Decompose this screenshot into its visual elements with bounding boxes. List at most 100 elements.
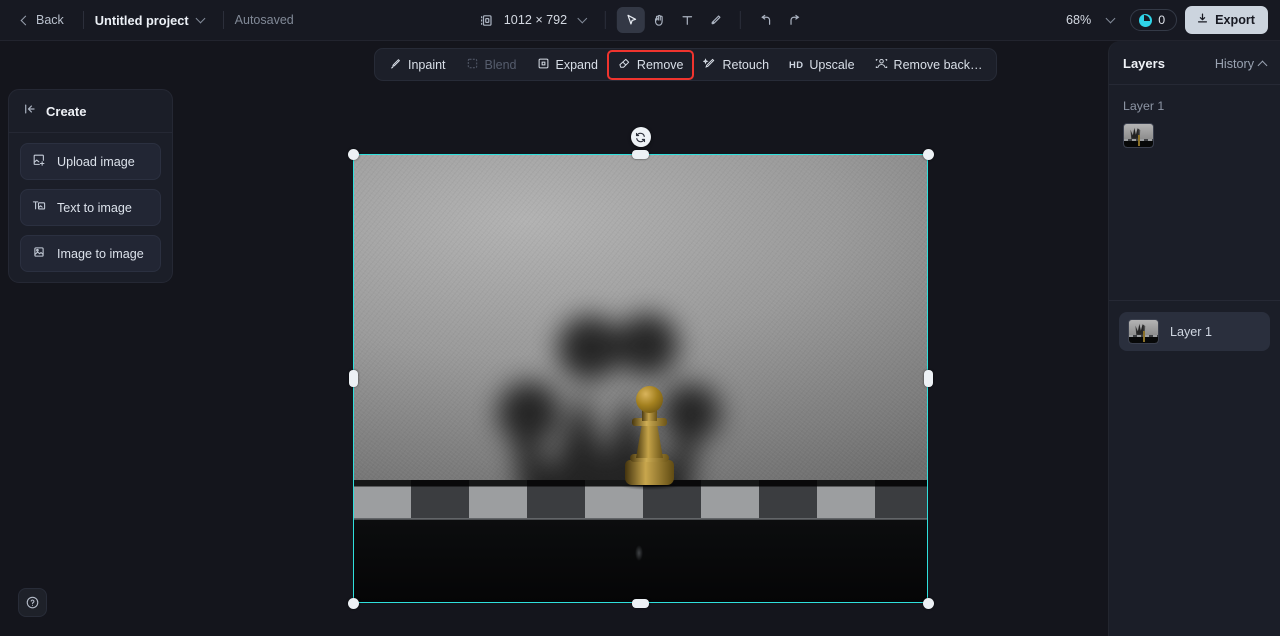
tool-label: Blend — [484, 57, 517, 72]
blend-icon — [466, 57, 479, 73]
create-panel: Create Upload image Text to image Image … — [8, 89, 173, 283]
tool-label: Expand — [555, 57, 598, 72]
chess-pawn — [621, 386, 679, 492]
download-icon — [1196, 12, 1209, 28]
create-panel-body: Upload image Text to image Image to imag… — [9, 133, 172, 272]
item-label: Image to image — [57, 246, 144, 261]
chevron-up-icon — [1257, 60, 1268, 70]
hd-icon: HD — [789, 59, 804, 70]
top-bar-left: Back Untitled project Autosaved — [0, 8, 294, 32]
tab-layers[interactable]: Layers — [1123, 56, 1165, 71]
help-button[interactable] — [18, 588, 47, 617]
upload-image-button[interactable]: Upload image — [20, 143, 161, 180]
retouch-icon — [702, 57, 716, 73]
tool-blend[interactable]: Blend — [456, 51, 527, 79]
zoom-dropdown[interactable] — [1099, 13, 1122, 26]
tab-history[interactable]: History — [1214, 56, 1268, 71]
tool-label: Remove — [636, 57, 684, 72]
resize-handle-bottom-left[interactable] — [347, 597, 359, 609]
back-button[interactable]: Back — [14, 8, 72, 32]
text-to-image-button[interactable]: Text to image — [20, 189, 161, 226]
chevron-down-icon — [1105, 13, 1116, 23]
tool-label: Remove back… — [893, 57, 983, 72]
tool-upscale[interactable]: HD Upscale — [779, 52, 865, 78]
select-tool[interactable] — [617, 7, 646, 33]
canvas-area[interactable]: Inpaint Blend Expand Remove Retouch HD U… — [0, 41, 1280, 636]
divider — [82, 11, 84, 29]
history-entry-label: Layer 1 — [1123, 99, 1165, 113]
eraser-icon — [618, 57, 631, 73]
create-panel-title: Create — [46, 104, 87, 119]
tool-inpaint[interactable]: Inpaint — [379, 51, 456, 79]
divider — [222, 11, 224, 29]
layer-thumbnail — [1128, 319, 1159, 344]
back-label: Back — [36, 13, 64, 27]
zoom-level[interactable]: 68% — [1066, 13, 1091, 27]
tool-retouch[interactable]: Retouch — [693, 51, 779, 79]
credits-count: 0 — [1158, 13, 1166, 27]
chevron-left-icon — [20, 15, 31, 25]
resize-handle-right[interactable] — [923, 370, 933, 387]
remove-background-icon — [875, 57, 888, 73]
layers-panel-header: Layers History — [1109, 41, 1280, 85]
resize-handle-bottom[interactable] — [632, 598, 649, 608]
inpaint-icon — [389, 57, 402, 73]
app-root: Back Untitled project Autosaved 1012 × 7… — [0, 0, 1280, 636]
project-name[interactable]: Untitled project — [95, 13, 189, 28]
resize-handle-top-right[interactable] — [922, 148, 934, 160]
tool-expand[interactable]: Expand — [527, 51, 608, 79]
autosaved-status: Autosaved — [234, 13, 294, 27]
dark-foreground — [353, 519, 928, 603]
resize-handle-top-left[interactable] — [347, 148, 359, 160]
canvas-size-label[interactable]: 1012 × 792 — [500, 13, 571, 27]
tool-label: Retouch — [722, 57, 770, 72]
upload-image-icon — [32, 153, 46, 170]
image-selection[interactable] — [347, 127, 934, 609]
rotate-handle[interactable] — [630, 127, 651, 147]
item-label: Text to image — [57, 200, 132, 215]
item-label: Upload image — [57, 154, 135, 169]
image-to-image-button[interactable]: Image to image — [20, 235, 161, 272]
canvas-size-dropdown[interactable] — [571, 13, 594, 26]
canvas-image[interactable] — [353, 154, 928, 603]
chevron-down-icon — [195, 13, 206, 23]
top-bar-center: 1012 × 792 — [472, 7, 808, 33]
hand-tool[interactable] — [645, 7, 673, 33]
tool-remove-background[interactable]: Remove back… — [865, 51, 993, 79]
divider — [740, 11, 742, 29]
layer-name: Layer 1 — [1170, 324, 1213, 339]
divider — [605, 11, 607, 29]
redo-button[interactable] — [780, 7, 808, 33]
expand-icon — [537, 57, 550, 73]
tab-history-label: History — [1214, 56, 1254, 71]
history-section: Layer 1 — [1109, 85, 1280, 300]
resize-handle-top[interactable] — [632, 149, 649, 159]
resize-handle-bottom-right[interactable] — [922, 597, 934, 609]
top-bar: Back Untitled project Autosaved 1012 × 7… — [0, 0, 1280, 41]
project-menu-button[interactable] — [189, 13, 212, 26]
create-panel-header: Create — [9, 90, 172, 133]
export-button[interactable]: Export — [1185, 6, 1268, 34]
image-to-image-icon — [32, 245, 46, 262]
credit-coin-icon — [1139, 13, 1153, 27]
text-to-image-icon — [32, 199, 46, 216]
undo-button[interactable] — [752, 7, 780, 33]
tool-label: Inpaint — [408, 57, 446, 72]
credits-badge[interactable]: 0 — [1130, 9, 1178, 31]
text-tool[interactable] — [673, 7, 701, 33]
top-bar-right: 68% 0 Export — [1066, 6, 1268, 34]
frame-icon[interactable] — [472, 7, 500, 33]
chevron-down-icon — [577, 13, 588, 23]
layers-panel: Layers History Layer 1 Layer 1 — [1108, 41, 1280, 636]
foreground-glint — [634, 544, 643, 561]
brush-tool[interactable] — [701, 7, 729, 33]
image-tools-toolbar: Inpaint Blend Expand Remove Retouch HD U… — [374, 48, 998, 81]
tool-remove[interactable]: Remove — [606, 49, 695, 80]
history-thumbnail[interactable] — [1123, 123, 1154, 148]
divider — [1109, 300, 1280, 301]
layer-list-item[interactable]: Layer 1 — [1119, 312, 1270, 351]
resize-handle-left[interactable] — [348, 370, 358, 387]
collapse-left-icon[interactable] — [23, 102, 37, 121]
tool-label: Upscale — [809, 57, 855, 72]
export-label: Export — [1215, 13, 1255, 27]
